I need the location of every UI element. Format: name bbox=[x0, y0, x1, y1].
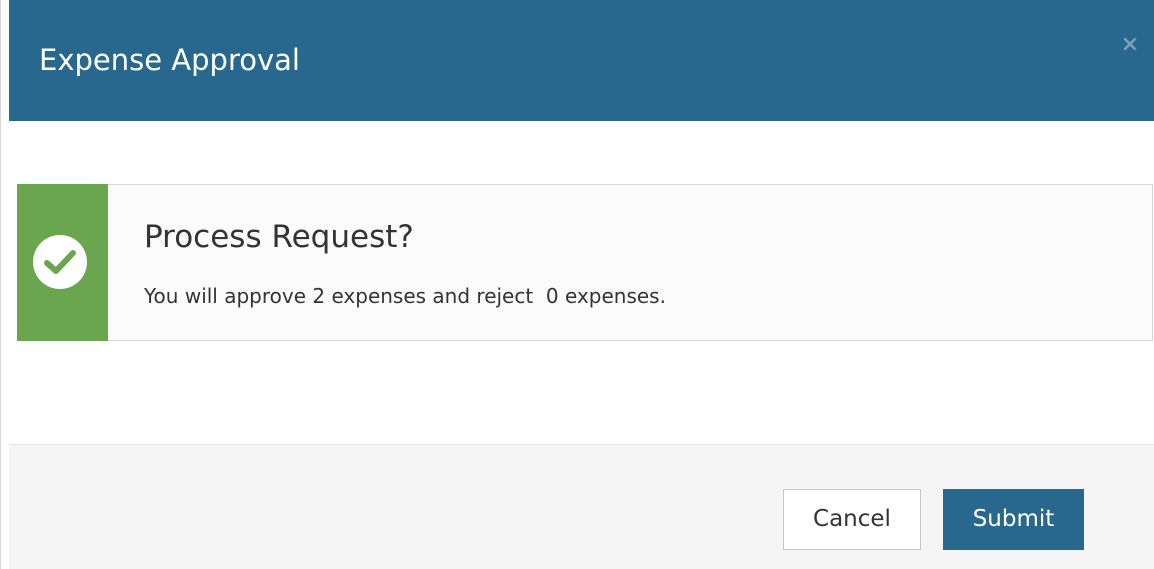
dialog-footer: Cancel Submit bbox=[9, 444, 1154, 569]
dialog-body: Process Request? You will approve 2 expe… bbox=[9, 121, 1154, 444]
check-circle-icon bbox=[33, 235, 87, 289]
cancel-button[interactable]: Cancel bbox=[783, 489, 921, 550]
alert-title: Process Request? bbox=[144, 219, 414, 255]
expense-approval-dialog: Expense Approval × Process Request? You … bbox=[0, 0, 1154, 569]
submit-button[interactable]: Submit bbox=[943, 489, 1084, 550]
alert-message: You will approve 2 expenses and reject 0… bbox=[144, 284, 666, 308]
checkmark-icon bbox=[44, 250, 76, 274]
close-icon[interactable]: × bbox=[1119, 34, 1141, 56]
dialog-title: Expense Approval bbox=[39, 43, 300, 77]
alert-accent-stripe bbox=[17, 184, 108, 341]
dialog-header: Expense Approval × bbox=[9, 0, 1154, 121]
confirmation-alert: Process Request? You will approve 2 expe… bbox=[17, 184, 1153, 341]
